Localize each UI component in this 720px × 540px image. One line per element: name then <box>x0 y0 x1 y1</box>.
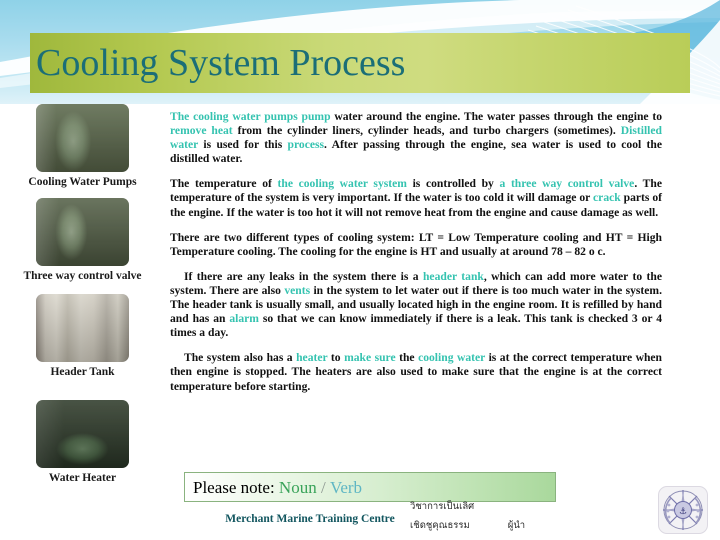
body-text-run: If there are any leaks in the system the… <box>184 269 423 283</box>
photo-sidebar: Cooling Water Pumps Three way control va… <box>0 104 165 540</box>
paragraph-2: The temperature of the cooling water sys… <box>170 177 662 219</box>
highlighted-term: header tank <box>422 269 484 283</box>
water-heater-photo <box>36 400 129 468</box>
highlighted-term: remove heat <box>170 124 233 138</box>
photo-item-header-tank: Header Tank <box>0 294 165 379</box>
highlighted-term: vents <box>284 283 311 297</box>
page-title: Cooling System Process <box>36 42 406 84</box>
photo-item-three-way-control-valve: Three way control valve <box>0 198 165 283</box>
highlighted-term: crack <box>593 191 621 205</box>
footer-organization-name: Merchant Marine Training Centre <box>225 513 395 525</box>
highlighted-term: heater <box>296 351 328 365</box>
photo-caption-cooling-water-pumps: Cooling Water Pumps <box>28 176 137 188</box>
body-text-run: is controlled by <box>406 177 500 191</box>
footer-thai-line-2: เชิดชูคุณธรรม ผู้นำ <box>410 516 650 535</box>
highlighted-term: the cooling water system <box>277 177 407 191</box>
photo-caption-header-tank: Header Tank <box>50 366 115 378</box>
highlighted-term: make sure <box>344 351 396 365</box>
photo-caption-three-way-control-valve: Three way control valve <box>23 270 142 282</box>
footer-thai-line-2a: เชิดชูคุณธรรม <box>410 520 470 531</box>
paragraph-5: The system also has a heater to make sur… <box>170 351 662 393</box>
highlighted-term: a three way control valve <box>499 177 635 191</box>
footer-thai-line-1: วิชาการเป็นเลิศ <box>410 501 475 512</box>
photo-item-cooling-water-pumps: Cooling Water Pumps <box>0 104 165 189</box>
body-text-run: the <box>395 351 419 365</box>
photo-caption-water-heater: Water Heater <box>48 472 117 484</box>
body-text-run: water around the engine. The water passe… <box>330 110 662 123</box>
body-text-run: The system also has a <box>184 351 297 365</box>
header-tank-photo <box>36 294 129 362</box>
noun-legend-label: Noun <box>278 478 317 497</box>
mmtc-emblem-logo: ⚓ <box>658 486 708 534</box>
paragraph-4: If there are any leaks in the system the… <box>170 270 662 340</box>
paragraph-1: The cooling water pumps pump water aroun… <box>170 110 662 166</box>
svg-text:⚓: ⚓ <box>679 507 687 517</box>
body-text-run: to <box>327 351 345 365</box>
body-text-run: is used for this <box>198 138 288 152</box>
cooling-water-pumps-photo <box>36 104 129 172</box>
highlighted-term: cooling water <box>418 351 486 365</box>
body-text-run: The temperature of <box>170 177 278 191</box>
mmtc-emblem-icon: ⚓ <box>663 490 703 530</box>
three-way-control-valve-photo <box>36 198 129 266</box>
body-text-run: There are two different types of cooling… <box>170 230 662 258</box>
highlighted-term: The cooling water pumps pump <box>170 110 331 123</box>
please-note-label: Please note: <box>193 478 275 497</box>
footer-thai-motto: วิชาการเป็นเลิศ เชิดชูคุณธรรม ผู้นำ <box>410 497 650 535</box>
body-text-column: The cooling water pumps pump water aroun… <box>170 110 662 405</box>
slide-canvas: Cooling System Process Cooling Water Pum… <box>0 0 720 540</box>
verb-legend-label: Verb <box>329 478 363 497</box>
highlighted-term: process <box>287 138 325 152</box>
highlighted-term: alarm <box>229 312 259 326</box>
paragraph-3: There are two different types of cooling… <box>170 231 662 259</box>
body-text-run: from the cylinder liners, cylinder heads… <box>232 124 621 138</box>
photo-item-water-heater: Water Heater <box>0 400 165 485</box>
footer-thai-line-2b: ผู้นำ <box>507 520 526 531</box>
please-note-text: Please note: Noun / Verb <box>193 477 362 499</box>
